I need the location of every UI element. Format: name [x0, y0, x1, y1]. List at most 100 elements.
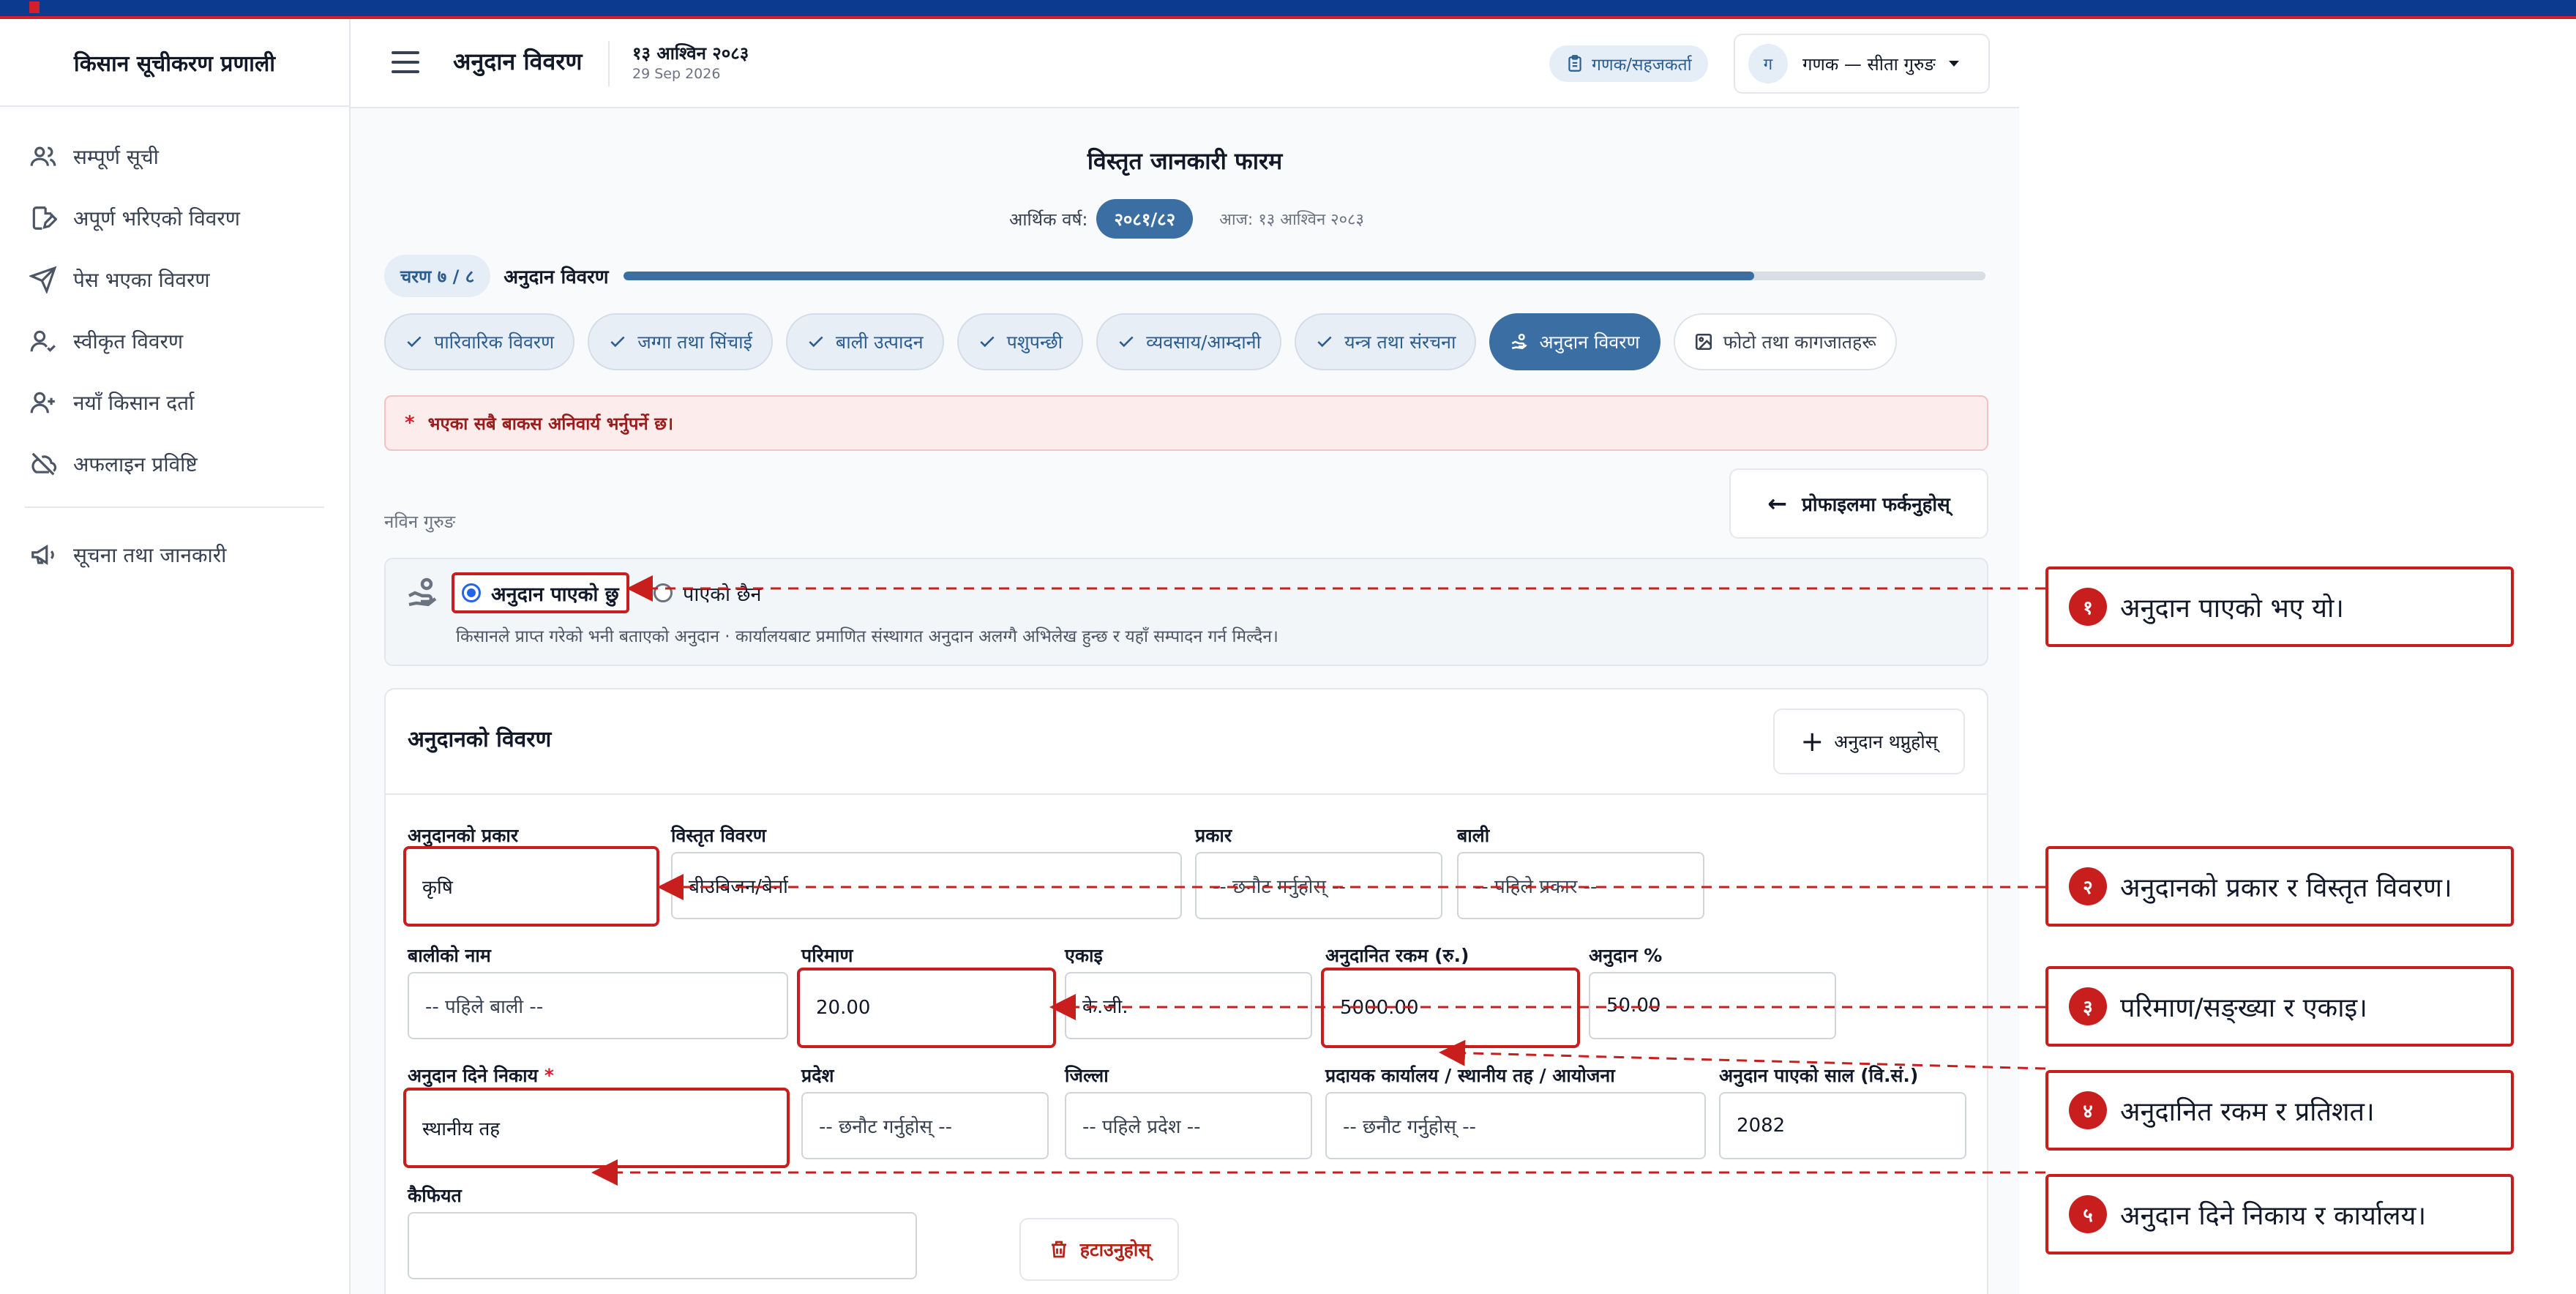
add-grant-button[interactable]: + अनुदान थप्नुहोस् — [1773, 708, 1965, 774]
tab-label: फोटो तथा कागजातहरू — [1723, 332, 1876, 353]
office-select[interactable]: -- छनौट गर्नुहोस् -- — [1325, 1092, 1706, 1159]
quantity-label: परिमाण — [801, 945, 853, 966]
user-menu[interactable]: ग गणक — सीता गुरुङ — [1734, 34, 1990, 94]
amount-input[interactable]: 5000.00 — [1321, 968, 1580, 1048]
user-name: गणक — सीता गुरुङ — [1802, 53, 1936, 75]
callout-1: १ अनुदान पाएको भए यो। — [2045, 566, 2514, 647]
step-progress: चरण ७ / ८ अनुदान विवरण — [384, 255, 1985, 297]
required-asterisk: * — [544, 1065, 554, 1086]
page-title: अनुदान विवरण — [453, 48, 583, 75]
sidebar-item-label: अपूर्ण भरिएको विवरण — [73, 206, 241, 231]
hand-coins-icon — [1512, 333, 1528, 350]
tab-grants[interactable]: अनुदान विवरण — [1489, 313, 1660, 370]
unit-select[interactable]: के.जी. — [1065, 972, 1312, 1039]
callout-text: अनुदान दिने निकाय र कार्यालय। — [2120, 1200, 2427, 1231]
sidebar-item-all-list[interactable]: सम्पूर्ण सूची — [0, 126, 349, 187]
crop-name-select[interactable]: -- पहिले बाली -- — [408, 972, 788, 1039]
sidebar-item-label: अफलाइन प्रविष्टि — [73, 452, 198, 476]
district-select[interactable]: -- पहिले प्रदेश -- — [1065, 1092, 1312, 1159]
avatar: ग — [1748, 44, 1788, 83]
chevron-down-icon — [1948, 61, 1959, 67]
tab-crops[interactable]: बाली उत्पादन — [785, 313, 944, 370]
sidebar-item-submitted[interactable]: पेस भएका विवरण — [0, 249, 349, 310]
check-icon — [1317, 336, 1332, 348]
section-tabs: पारिवारिक विवरण जग्गा तथा सिंचाई बाली उत… — [384, 313, 1910, 370]
users-icon — [30, 146, 56, 166]
tab-label: अनुदान विवरण — [1539, 332, 1640, 353]
sidebar-item-label: पेस भएका विवरण — [73, 268, 210, 292]
date-english: 29 Sep 2026 — [632, 66, 721, 82]
date-nepali: १३ आश्विन २०८३ — [632, 43, 749, 64]
callout-5: ५ अनुदान दिने निकाय र कार्यालय। — [2045, 1174, 2514, 1254]
body-select[interactable]: स्थानीय तह — [403, 1088, 790, 1168]
sidebar-item-approved[interactable]: स्वीकृत विवरण — [0, 310, 349, 372]
tab-photos[interactable]: फोटो तथा कागजातहरू — [1673, 313, 1897, 370]
sidebar-item-incomplete[interactable]: अपूर्ण भरिएको विवरण — [0, 187, 349, 249]
menu-icon[interactable] — [392, 51, 419, 73]
back-button-label: प्रोफाइलमा फर्कनुहोस् — [1802, 494, 1950, 516]
grant-status-box: अनुदान पाएको छु पाएको छैन किसानले प्राप्… — [384, 558, 1988, 666]
app-title: किसान सूचीकरण प्रणाली — [0, 19, 349, 107]
sidebar-item-new-farmer[interactable]: नयाँ किसान दर्ता — [0, 372, 349, 433]
district-label: जिल्ला — [1065, 1065, 1109, 1086]
sidebar-nav: सम्पूर्ण सूची अपूर्ण भरिएको विवरण पेस भए… — [0, 107, 349, 586]
crop-select[interactable]: -- पहिले प्रकार -- — [1457, 852, 1704, 919]
sidebar-item-offline[interactable]: अफलाइन प्रविष्टि — [0, 433, 349, 495]
card-title: अनुदानको विवरण — [408, 727, 552, 752]
sidebar-item-label: नयाँ किसान दर्ता — [73, 391, 195, 415]
sidebar-item-label: स्वीकृत विवरण — [73, 329, 184, 354]
kind-select[interactable]: -- छनौट गर्नुहोस् -- — [1195, 852, 1442, 919]
fiscal-year-badge[interactable]: २०८१/८२ — [1096, 199, 1194, 239]
tab-land[interactable]: जग्गा तथा सिंचाई — [588, 313, 773, 370]
megaphone-icon — [31, 545, 54, 565]
amount-label: अनुदानित रकम (रु.) — [1325, 945, 1469, 966]
hand-coins-icon — [408, 577, 437, 607]
delete-grant-button[interactable]: हटाउनुहोस् — [1019, 1218, 1179, 1281]
main-content: विस्तृत जानकारी फारम आर्थिक वर्ष: २०८१/८… — [351, 108, 2019, 1294]
progress-bar — [623, 272, 1985, 280]
role-badge: गणक/सहजकर्ता — [1549, 45, 1708, 82]
callout-number: १ — [2069, 588, 2107, 626]
step-name: अनुदान विवरण — [503, 266, 609, 288]
callout-text: अनुदानित रकम र प्रतिशत। — [2120, 1096, 2375, 1127]
grant-received-radio[interactable]: अनुदान पाएको छु — [452, 572, 629, 613]
detail-select[interactable]: बीउबिजन/बेर्ना — [671, 852, 1182, 919]
tab-machinery[interactable]: यन्त्र तथा संरचना — [1295, 313, 1477, 370]
cloud-off-icon — [31, 452, 57, 476]
callout-2: २ अनुदानको प्रकार र विस्तृत विवरण। — [2045, 846, 2514, 927]
tab-family[interactable]: पारिवारिक विवरण — [384, 313, 575, 370]
province-label: प्रदेश — [801, 1065, 834, 1086]
crop-name-label: बालीको नाम — [408, 945, 491, 966]
arrow-left-icon: ← — [1767, 490, 1788, 517]
fiscal-year-label: आर्थिक वर्ष: — [1009, 209, 1088, 230]
delete-label: हटाउनुहोस् — [1079, 1239, 1151, 1260]
radio-selected-icon — [462, 583, 481, 602]
grant-type-select[interactable]: कृषि — [403, 846, 659, 927]
callout-text: परिमाण/सङ्ख्या र एकाइ। — [2120, 992, 2367, 1023]
tab-livestock[interactable]: पशुपन्छी — [956, 313, 1084, 370]
unit-label: एकाइ — [1065, 945, 1103, 966]
send-icon — [29, 266, 57, 293]
today-date: आज: १३ आश्विन २०८३ — [1219, 211, 1364, 229]
province-select[interactable]: -- छनौट गर्नुहोस् -- — [801, 1092, 1049, 1159]
card-divider — [386, 793, 1987, 795]
check-icon — [809, 336, 823, 348]
role-label: गणक/सहजकर्ता — [1592, 56, 1692, 75]
tab-business[interactable]: व्यवसाय/आम्दानी — [1096, 313, 1282, 370]
clipboard-icon — [1568, 55, 1581, 72]
remarks-input[interactable] — [408, 1212, 917, 1279]
year-input[interactable]: 2082 — [1719, 1092, 1966, 1159]
remarks-label: कैफियत — [408, 1185, 462, 1206]
quantity-input[interactable]: 20.00 — [797, 968, 1056, 1048]
grant-not-received-radio[interactable]: पाएको छैन — [654, 572, 761, 613]
sidebar-item-notices[interactable]: सूचना तथा जानकारी — [0, 524, 349, 586]
tab-label: पारिवारिक विवरण — [434, 332, 555, 353]
back-to-profile-button[interactable]: ← प्रोफाइलमा फर्कनुहोस् — [1729, 468, 1988, 539]
required-alert: * भएका सबै बाकस अनिवार्य भर्नुपर्ने छ। — [384, 395, 1988, 451]
sidebar-divider — [25, 506, 324, 508]
check-icon — [610, 336, 625, 348]
percent-input[interactable]: 50.00 — [1589, 972, 1836, 1039]
header-divider — [608, 41, 610, 86]
body-label: अनुदान दिने निकाय * — [408, 1065, 554, 1086]
percent-label: अनुदान % — [1589, 945, 1663, 966]
